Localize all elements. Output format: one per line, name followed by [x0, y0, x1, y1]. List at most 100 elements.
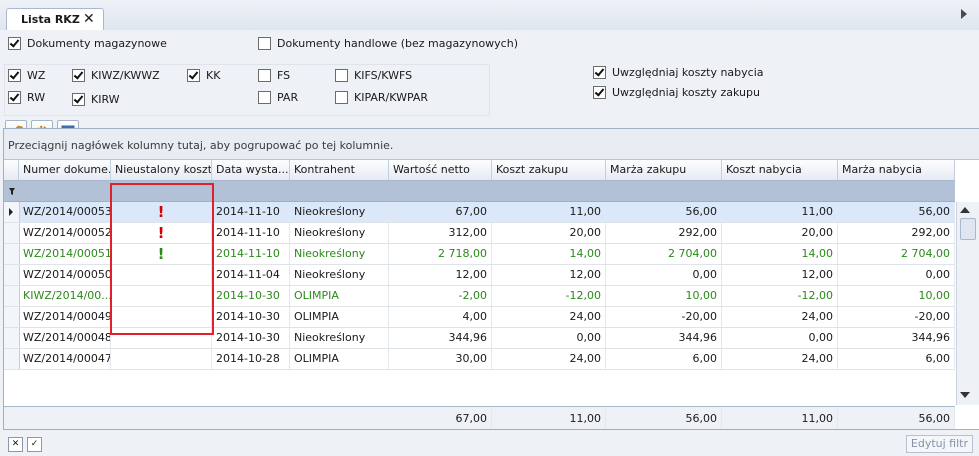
cell-wartosc-netto[interactable]: 312,00 [389, 223, 492, 243]
cell-kontrahent[interactable]: Nieokreślony [290, 223, 389, 243]
table-row[interactable]: WZ/2014/00048 2014-10-30 Nieokreślony 344,9… [4, 328, 955, 349]
cell-wartosc-netto[interactable]: 30,00 [389, 349, 492, 369]
checkbox-box[interactable] [335, 68, 348, 82]
cell-marza-zakupu[interactable]: 10,00 [606, 286, 722, 306]
cell-marza-nabycia[interactable]: -20,00 [838, 307, 955, 327]
table-row[interactable]: WZ/2014/00053! 2014-11-10 Nieokreślony 67,0… [4, 202, 955, 223]
cell-koszt-nabycia[interactable]: 24,00 [722, 307, 838, 327]
checkbox-par[interactable]: PAR [258, 89, 298, 105]
column-header-koszt-zakupu[interactable]: Koszt zakupu [492, 160, 606, 180]
table-row[interactable]: WZ/2014/00049 2014-10-30 OLIMPIA 4,00 24,00-… [4, 307, 955, 328]
column-header-numer[interactable]: Numer dokume... [19, 160, 111, 180]
cell-nieustalony-koszt[interactable] [111, 328, 212, 348]
checkbox-fs[interactable]: FS [258, 67, 290, 83]
tab-scroll-right-icon[interactable] [961, 9, 967, 19]
cell-wartosc-netto[interactable]: 67,00 [389, 202, 492, 222]
cell-koszt-zakupu[interactable]: -12,00 [492, 286, 606, 306]
cell-wartosc-netto[interactable]: 4,00 [389, 307, 492, 327]
column-header-marza-zakupu[interactable]: Marża zakupu [606, 160, 722, 180]
cell-numer[interactable]: WZ/2014/00047 [19, 349, 111, 369]
cell-kontrahent[interactable]: Nieokreślony [290, 265, 389, 285]
scroll-down-icon[interactable] [960, 392, 970, 398]
column-header-kontrahent[interactable]: Kontrahent [290, 160, 389, 180]
checkbox-dokumenty-handlowe[interactable]: Dokumenty handlowe (bez magazynowych) [258, 35, 518, 51]
column-header-nieustalony-koszt[interactable]: Nieustalony koszt [111, 160, 212, 180]
close-icon[interactable]: ✕ [83, 11, 95, 27]
cell-data[interactable]: 2014-11-10 [212, 223, 290, 243]
checkbox-box[interactable] [258, 68, 271, 82]
checkbox-kirw[interactable]: KIRW [72, 91, 120, 107]
cell-koszt-nabycia[interactable]: 0,00 [722, 328, 838, 348]
cell-numer[interactable]: WZ/2014/00050 [19, 265, 111, 285]
table-row[interactable]: WZ/2014/00051! 2014-11-10 Nieokreślony 2 71… [4, 244, 955, 265]
checkbox-dokumenty-magazynowe[interactable]: Dokumenty magazynowe [8, 35, 167, 51]
cell-koszt-zakupu[interactable]: 12,00 [492, 265, 606, 285]
cell-marza-nabycia[interactable]: 6,00 [838, 349, 955, 369]
cell-koszt-zakupu[interactable]: 24,00 [492, 307, 606, 327]
cell-marza-zakupu[interactable]: 6,00 [606, 349, 722, 369]
cell-marza-nabycia[interactable]: 10,00 [838, 286, 955, 306]
cell-wartosc-netto[interactable]: 344,96 [389, 328, 492, 348]
cell-numer[interactable]: WZ/2014/00051 [19, 244, 111, 264]
cell-kontrahent[interactable]: Nieokreślony [290, 328, 389, 348]
table-row[interactable]: KIWZ/2014/00... 2014-10-30 OLIMPIA -2,00 -12… [4, 286, 955, 307]
cell-nieustalony-koszt[interactable] [111, 265, 212, 285]
cell-kontrahent[interactable]: Nieokreślony [290, 244, 389, 264]
cell-koszt-nabycia[interactable]: 12,00 [722, 265, 838, 285]
cell-wartosc-netto[interactable]: 2 718,00 [389, 244, 492, 264]
auto-filter-row[interactable] [4, 181, 955, 202]
cell-numer[interactable]: WZ/2014/00053 [19, 202, 111, 222]
checkbox-box[interactable] [593, 85, 606, 99]
table-row[interactable]: WZ/2014/00047 2014-10-28 OLIMPIA 30,00 24,00… [4, 349, 955, 370]
cell-numer[interactable]: KIWZ/2014/00... [19, 286, 111, 306]
cell-marza-zakupu[interactable]: 0,00 [606, 265, 722, 285]
cell-marza-nabycia[interactable]: 2 704,00 [838, 244, 955, 264]
checkbox-box[interactable] [258, 90, 271, 104]
cell-data[interactable]: 2014-10-30 [212, 328, 290, 348]
cell-data[interactable]: 2014-10-30 [212, 286, 290, 306]
cell-nieustalony-koszt[interactable] [111, 349, 212, 369]
checkbox-box[interactable] [72, 92, 85, 106]
cell-marza-nabycia[interactable]: 0,00 [838, 265, 955, 285]
checkbox-kk[interactable]: KK [187, 67, 220, 83]
checkbox-kifs-kwfs[interactable]: KIFS/KWFS [335, 67, 412, 83]
column-header-data[interactable]: Data wysta... [212, 160, 290, 180]
cell-marza-zakupu[interactable]: 292,00 [606, 223, 722, 243]
cell-koszt-zakupu[interactable]: 20,00 [492, 223, 606, 243]
cell-koszt-nabycia[interactable]: 24,00 [722, 349, 838, 369]
tab-lista-rkz[interactable]: Lista RKZ ✕ [6, 8, 104, 31]
cell-koszt-zakupu[interactable]: 24,00 [492, 349, 606, 369]
checkbox-koszty-nabycia[interactable]: Uwzględniaj koszty nabycia [593, 64, 764, 80]
cell-data[interactable]: 2014-11-10 [212, 244, 290, 264]
vertical-scrollbar[interactable] [956, 202, 979, 405]
column-header-marza-nabycia[interactable]: Marża nabycia [838, 160, 955, 180]
checkbox-box[interactable] [72, 68, 85, 82]
checkbox-box[interactable] [335, 90, 348, 104]
checkbox-box[interactable] [187, 68, 200, 82]
cell-nieustalony-koszt[interactable] [111, 307, 212, 327]
cell-kontrahent[interactable]: Nieokreślony [290, 202, 389, 222]
cell-nieustalony-koszt[interactable] [111, 286, 212, 306]
cell-marza-nabycia[interactable]: 56,00 [838, 202, 955, 222]
checkbox-wz[interactable]: WZ [8, 67, 45, 83]
cell-koszt-zakupu[interactable]: 11,00 [492, 202, 606, 222]
table-row[interactable]: WZ/2014/00052! 2014-11-10 Nieokreślony 312,… [4, 223, 955, 244]
checkbox-kipar-kwpar[interactable]: KIPAR/KWPAR [335, 89, 428, 105]
cell-marza-zakupu[interactable]: 2 704,00 [606, 244, 722, 264]
cell-marza-zakupu[interactable]: 56,00 [606, 202, 722, 222]
checkbox-box[interactable] [8, 68, 21, 82]
cell-koszt-zakupu[interactable]: 14,00 [492, 244, 606, 264]
cell-numer[interactable]: WZ/2014/00049 [19, 307, 111, 327]
edit-filter-button[interactable]: Edytuj filtr [905, 435, 973, 453]
column-header-wartosc-netto[interactable]: Wartość netto [389, 160, 492, 180]
cell-marza-nabycia[interactable]: 292,00 [838, 223, 955, 243]
filter-enabled-checkbox[interactable]: ✓ [27, 437, 42, 452]
cell-koszt-nabycia[interactable]: 11,00 [722, 202, 838, 222]
cell-wartosc-netto[interactable]: 12,00 [389, 265, 492, 285]
cell-koszt-nabycia[interactable]: 20,00 [722, 223, 838, 243]
missing-cost-flag-icon[interactable]: ! [111, 202, 212, 222]
checkbox-box[interactable] [258, 36, 271, 50]
cell-data[interactable]: 2014-10-28 [212, 349, 290, 369]
group-panel[interactable]: Przeciągnij nagłówek kolumny tutaj, aby … [4, 129, 979, 160]
cell-koszt-nabycia[interactable]: 14,00 [722, 244, 838, 264]
